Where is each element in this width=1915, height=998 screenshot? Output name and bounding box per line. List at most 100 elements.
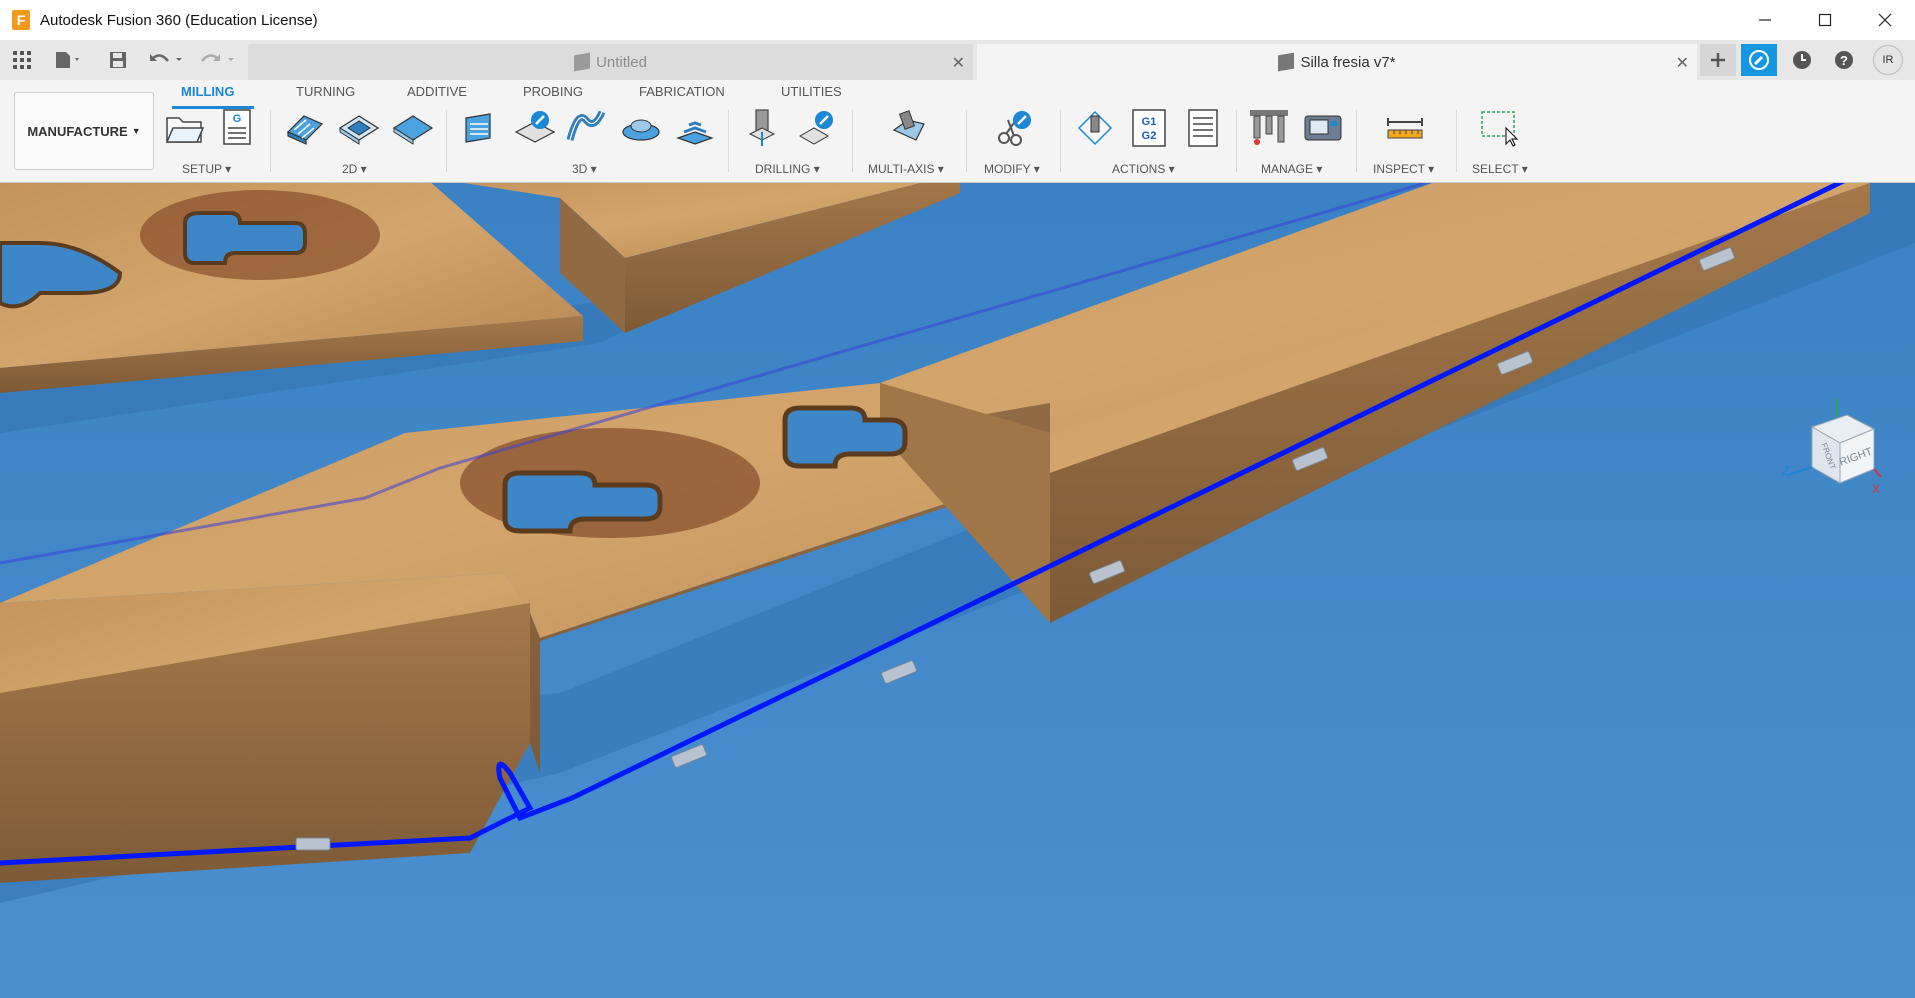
divider: [1236, 110, 1237, 172]
svg-text:?: ?: [1840, 53, 1848, 68]
file-menu-button[interactable]: [50, 48, 86, 72]
group-manage[interactable]: MANAGE ▾: [1261, 162, 1322, 176]
viewcube[interactable]: RIGHT FRONT Z X: [1782, 397, 1882, 497]
document-tab-bar: Untitled ✕ Silla fresia v7* ✕: [0, 40, 1915, 80]
divider: [446, 110, 447, 172]
svg-text:G1: G1: [1142, 116, 1157, 128]
minimize-icon: [1759, 19, 1771, 21]
group-inspect[interactable]: INSPECT ▾: [1373, 162, 1434, 176]
3d-pocket-icon[interactable]: [514, 108, 556, 148]
undo-icon: [150, 54, 182, 62]
redo-button[interactable]: [198, 48, 238, 72]
model-scene[interactable]: [0, 183, 1915, 998]
group-label: MULTI-AXIS: [868, 162, 935, 176]
fusion-app-icon: F: [12, 10, 30, 30]
tab-fabrication[interactable]: FABRICATION: [639, 84, 725, 99]
nc-program-icon[interactable]: G: [216, 108, 258, 148]
group-label: SETUP: [182, 162, 222, 176]
post-process-icon[interactable]: G1 G2: [1128, 108, 1170, 148]
avatar: IR: [1873, 45, 1903, 75]
measure-icon[interactable]: [1384, 108, 1426, 148]
extensions-button[interactable]: [1741, 44, 1777, 76]
workspace-switcher[interactable]: MANUFACTURE ▼: [14, 92, 154, 170]
divider: [1456, 110, 1457, 172]
group-drilling[interactable]: DRILLING ▾: [755, 162, 820, 176]
tab-utilities[interactable]: UTILITIES: [781, 84, 842, 99]
grid-icon: [13, 51, 31, 69]
multi-axis-icon[interactable]: [888, 108, 930, 148]
z-axis-label: Z: [1782, 464, 1789, 478]
help-icon: ?: [1835, 51, 1853, 69]
workspace-label: MANUFACTURE: [27, 123, 128, 139]
divider: [270, 110, 271, 172]
2d-adaptive-icon[interactable]: [284, 108, 326, 148]
group-label: SELECT: [1472, 162, 1519, 176]
group-label: 3D: [572, 162, 588, 176]
toolbar-ribbon: MANUFACTURE ▼ MILLING TURNING ADDITIVE P…: [0, 80, 1915, 183]
job-status-button[interactable]: [1784, 44, 1820, 76]
group-3d[interactable]: 3D ▾: [572, 162, 597, 176]
scallop-icon[interactable]: [620, 108, 662, 148]
close-tab-icon[interactable]: ✕: [1676, 53, 1689, 73]
title-bar: F Autodesk Fusion 360 (Education License…: [0, 0, 1915, 40]
save-icon: [110, 52, 126, 68]
group-label: MODIFY: [984, 162, 1031, 176]
drill-icon[interactable]: [742, 108, 784, 148]
group-label: DRILLING: [755, 162, 811, 176]
tab-probing[interactable]: PROBING: [523, 84, 583, 99]
z-axis: [1787, 466, 1813, 476]
divider: [966, 110, 967, 172]
undo-button[interactable]: [146, 48, 186, 72]
simulate-icon[interactable]: [1074, 108, 1116, 148]
file-icon: [56, 52, 79, 68]
chevron-down-icon: ▼: [131, 126, 141, 136]
group-actions[interactable]: ACTIONS ▾: [1112, 162, 1175, 176]
tab-silla-fresia[interactable]: Silla fresia v7* ✕: [977, 44, 1697, 80]
face-icon[interactable]: [392, 108, 434, 148]
tab-additive[interactable]: ADDITIVE: [407, 84, 467, 99]
save-button[interactable]: [106, 48, 130, 72]
group-2d[interactable]: 2D ▾: [342, 162, 367, 176]
clock-icon: [1793, 51, 1811, 69]
modify-scissors-icon[interactable]: [994, 108, 1036, 148]
contour-icon[interactable]: [674, 108, 716, 148]
close-icon: [1878, 13, 1892, 27]
group-label: INSPECT: [1373, 162, 1425, 176]
setup-sheet-icon[interactable]: [1182, 108, 1224, 148]
window-select-icon[interactable]: [1478, 108, 1520, 148]
tool-library-icon[interactable]: [1248, 108, 1290, 148]
machine-library-icon[interactable]: [1302, 108, 1344, 148]
3d-adaptive-icon[interactable]: [460, 108, 502, 148]
tab-label: Untitled: [596, 53, 647, 71]
maximize-icon: [1818, 13, 1832, 27]
close-window-button[interactable]: [1855, 0, 1915, 40]
2d-pocket-icon[interactable]: [338, 108, 380, 148]
document-cube-icon: [1278, 52, 1295, 72]
group-multi-axis[interactable]: MULTI-AXIS ▾: [868, 162, 944, 176]
svg-text:G2: G2: [1142, 130, 1157, 142]
canvas-viewport[interactable]: RIGHT FRONT Z X: [0, 183, 1915, 998]
divider: [1356, 110, 1357, 172]
plus-icon: [1711, 53, 1725, 67]
parallel-icon[interactable]: [566, 108, 608, 148]
setup-folder-icon[interactable]: [163, 108, 205, 148]
group-select[interactable]: SELECT ▾: [1472, 162, 1528, 176]
x-axis: [1873, 468, 1882, 478]
group-modify[interactable]: MODIFY ▾: [984, 162, 1040, 176]
group-label: MANAGE: [1261, 162, 1314, 176]
data-panel-button[interactable]: [10, 48, 34, 72]
x-axis-label: X: [1872, 482, 1880, 496]
tab-milling[interactable]: MILLING: [181, 84, 234, 99]
wrench-icon: [1749, 50, 1769, 70]
minimize-button[interactable]: [1735, 0, 1795, 40]
new-tab-button[interactable]: [1700, 44, 1736, 76]
help-button[interactable]: ?: [1826, 44, 1862, 76]
tab-turning[interactable]: TURNING: [296, 84, 355, 99]
tab-untitled[interactable]: Untitled ✕: [248, 44, 973, 80]
group-setup[interactable]: SETUP ▾: [182, 162, 231, 176]
close-tab-icon[interactable]: ✕: [952, 53, 965, 73]
hole-recognition-icon[interactable]: [796, 108, 838, 148]
maximize-button[interactable]: [1795, 0, 1855, 40]
user-profile-button[interactable]: IR: [1870, 44, 1906, 76]
group-label: 2D: [342, 162, 358, 176]
